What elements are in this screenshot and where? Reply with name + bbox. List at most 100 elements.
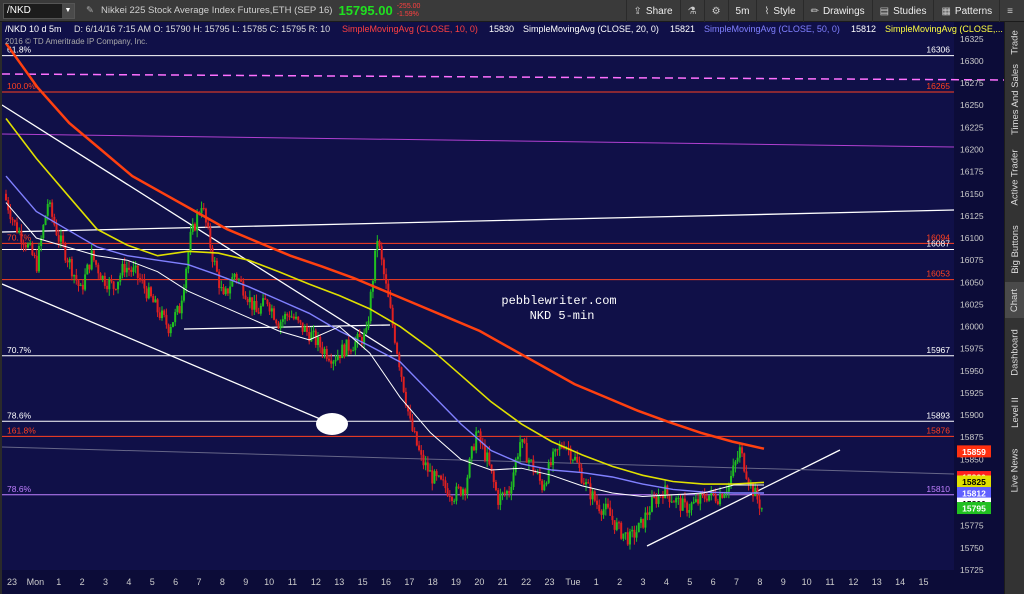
timeframe-button[interactable]: 5m [727, 0, 757, 22]
x-tick-label: 4 [664, 577, 669, 587]
candle-body [251, 297, 254, 310]
study-label[interactable]: SimpleMovingAvg (CLOSE,... [885, 24, 1003, 34]
candle-body [332, 361, 335, 364]
candle-body [585, 482, 588, 485]
fib-level-price: 16265 [926, 81, 950, 91]
candle-body [655, 497, 658, 504]
side-tab-live-news[interactable]: Live News [1005, 440, 1024, 500]
candle-body [624, 532, 627, 534]
candle-body [171, 322, 174, 327]
side-tab-trade[interactable]: Trade [1005, 24, 1024, 60]
candle-body [424, 462, 427, 466]
fib-level-price: 16306 [926, 45, 950, 55]
highlight-marker[interactable] [316, 413, 348, 435]
candle-body [426, 462, 429, 472]
y-tick-label: 15875 [960, 432, 984, 442]
candle-body [246, 299, 249, 303]
candle-body [387, 283, 390, 298]
side-tab-times-and-sales[interactable]: Times And Sales [1005, 62, 1024, 136]
drawings-button[interactable]: ✏ Drawings [802, 0, 872, 22]
candle-body [723, 494, 726, 498]
candle-body [73, 275, 76, 277]
menu-button[interactable]: ≡ [999, 0, 1020, 22]
candle-body [622, 533, 625, 539]
candle-body [193, 223, 196, 231]
candle-body [670, 501, 673, 503]
style-button[interactable]: ⌇ Style [756, 0, 802, 22]
candle-body [431, 470, 434, 484]
side-tab-chart[interactable]: Chart [1005, 282, 1024, 318]
symbol-selector[interactable]: /NKD ▼ [3, 2, 75, 19]
candle-body [571, 459, 574, 461]
candle-body [53, 216, 56, 225]
candle-body [503, 492, 506, 494]
candle-body [35, 255, 38, 272]
study-label[interactable]: SimpleMovingAvg (CLOSE, 20, 0) [523, 24, 659, 34]
y-tick-label: 16200 [960, 145, 984, 155]
fib-level-price: 15893 [926, 410, 950, 420]
share-icon: ⇪ [633, 5, 642, 17]
candle-body [68, 259, 71, 263]
patterns-button[interactable]: ▦ Patterns [933, 0, 999, 22]
chevron-down-icon[interactable]: ▼ [62, 3, 74, 18]
candle-body [382, 259, 385, 275]
x-tick-label: 6 [173, 577, 178, 587]
candle-body [202, 208, 205, 210]
candle-body [125, 267, 128, 273]
candle-body [207, 222, 210, 228]
side-tab-level-ii[interactable]: Level II [1005, 386, 1024, 438]
candle-body [257, 312, 260, 314]
side-tab-active-trader[interactable]: Active Trader [1005, 138, 1024, 216]
candle-body [77, 280, 80, 286]
candle-body [422, 454, 425, 466]
candle-body [721, 493, 724, 498]
candle-body [163, 310, 166, 315]
y-tick-label: 16275 [960, 78, 984, 88]
candle-body [716, 501, 719, 505]
candle-body [466, 477, 469, 494]
candle-body [266, 299, 269, 305]
candle-body [642, 518, 645, 528]
candle-body [628, 531, 631, 545]
candle-body [22, 242, 25, 245]
candle-body [55, 224, 58, 236]
x-tick-label: 9 [781, 577, 786, 587]
candle-body [688, 510, 691, 513]
candle-body [165, 314, 168, 325]
study-label[interactable]: SimpleMovingAvg (CLOSE, 10, 0) [342, 24, 478, 34]
share-button[interactable]: ⇪ Share [625, 0, 680, 22]
studies-button[interactable]: ▤ Studies [871, 0, 934, 22]
candle-body [734, 461, 737, 466]
price-badge-value: 15795 [962, 504, 986, 514]
candle-body [11, 219, 14, 221]
candle-body [648, 511, 651, 515]
candle-body [297, 316, 300, 321]
candle-body [730, 475, 733, 484]
candle-body [319, 336, 322, 348]
x-tick-label: 14 [895, 577, 905, 587]
candle-body [259, 305, 262, 314]
price-chart[interactable]: 61.8% 16306100.0% 1626570.7% 16094160871605… [2, 22, 1004, 594]
annotation-line-1: pebblewriter.com [501, 294, 616, 308]
candle-body [295, 316, 298, 319]
candle-body [152, 296, 155, 303]
side-tab-label: Active Trader [1009, 149, 1021, 205]
side-tab-label: Big Buttons [1009, 224, 1021, 274]
x-tick-label: 23 [545, 577, 555, 587]
candle-body [292, 316, 295, 319]
settings-button[interactable]: ⚙ [703, 0, 728, 22]
x-tick-label: 6 [711, 577, 716, 587]
candle-body [620, 522, 623, 539]
pencil-icon[interactable]: ✎ [81, 5, 99, 16]
study-label[interactable]: SimpleMovingAvg (CLOSE, 50, 0) [704, 24, 840, 34]
flask-button[interactable]: ⚗ [679, 0, 704, 22]
candle-body [5, 193, 7, 201]
x-tick-label: 8 [220, 577, 225, 587]
side-tab-big-buttons[interactable]: Big Buttons [1005, 218, 1024, 280]
side-tab-dashboard[interactable]: Dashboard [1005, 320, 1024, 384]
price-badges: 158591583015825158121580015795 [957, 445, 991, 515]
candle-body [327, 358, 330, 361]
symbol-text: /NKD [7, 5, 31, 16]
candle-body [275, 319, 278, 324]
candle-body [279, 321, 282, 329]
